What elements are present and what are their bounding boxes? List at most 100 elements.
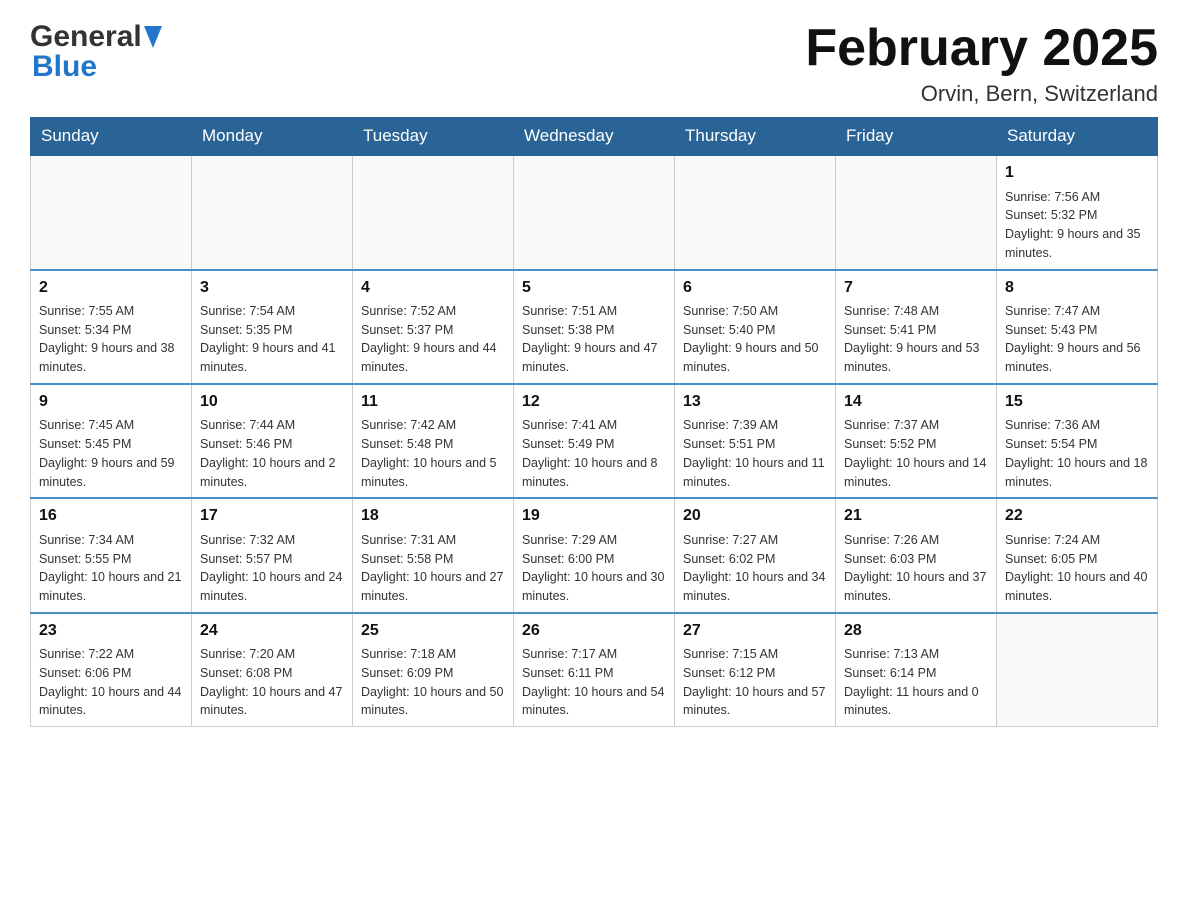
table-row xyxy=(353,155,514,269)
col-sunday: Sunday xyxy=(31,118,192,156)
calendar-week-row: 1 Sunrise: 7:56 AM Sunset: 5:32 PM Daylig… xyxy=(31,155,1158,269)
day-info: Sunrise: 7:37 AM Sunset: 5:52 PM Dayligh… xyxy=(844,416,988,491)
table-row: 17 Sunrise: 7:32 AM Sunset: 5:57 PM Dayli… xyxy=(192,498,353,612)
col-friday: Friday xyxy=(836,118,997,156)
day-info: Sunrise: 7:22 AM Sunset: 6:06 PM Dayligh… xyxy=(39,645,183,720)
day-info: Sunrise: 7:39 AM Sunset: 5:51 PM Dayligh… xyxy=(683,416,827,491)
day-number: 20 xyxy=(683,505,827,527)
day-number: 27 xyxy=(683,620,827,642)
day-number: 9 xyxy=(39,391,183,413)
col-thursday: Thursday xyxy=(675,118,836,156)
day-number: 28 xyxy=(844,620,988,642)
day-number: 17 xyxy=(200,505,344,527)
day-number: 26 xyxy=(522,620,666,642)
table-row: 22 Sunrise: 7:24 AM Sunset: 6:05 PM Dayli… xyxy=(997,498,1158,612)
day-info: Sunrise: 7:41 AM Sunset: 5:49 PM Dayligh… xyxy=(522,416,666,491)
day-info: Sunrise: 7:50 AM Sunset: 5:40 PM Dayligh… xyxy=(683,302,827,377)
day-number: 24 xyxy=(200,620,344,642)
day-info: Sunrise: 7:24 AM Sunset: 6:05 PM Dayligh… xyxy=(1005,531,1149,606)
table-row: 19Sunrise: 7:29 AM Sunset: 6:00 PM Dayli… xyxy=(514,498,675,612)
calendar-week-row: 23 Sunrise: 7:22 AM Sunset: 6:06 PM Dayli… xyxy=(31,613,1158,727)
day-info: Sunrise: 7:48 AM Sunset: 5:41 PM Dayligh… xyxy=(844,302,988,377)
title-block: February 2025 Orvin, Bern, Switzerland xyxy=(805,20,1158,107)
day-number: 4 xyxy=(361,277,505,299)
table-row: 28 Sunrise: 7:13 AM Sunset: 6:14 PM Dayli… xyxy=(836,613,997,727)
table-row: 11 Sunrise: 7:42 AM Sunset: 5:48 PM Dayli… xyxy=(353,384,514,498)
day-info: Sunrise: 7:55 AM Sunset: 5:34 PM Dayligh… xyxy=(39,302,183,377)
table-row: 14Sunrise: 7:37 AM Sunset: 5:52 PM Dayli… xyxy=(836,384,997,498)
table-row: 27Sunrise: 7:15 AM Sunset: 6:12 PM Dayli… xyxy=(675,613,836,727)
day-number: 25 xyxy=(361,620,505,642)
calendar-week-row: 9 Sunrise: 7:45 AM Sunset: 5:45 PM Daylig… xyxy=(31,384,1158,498)
day-number: 6 xyxy=(683,277,827,299)
day-number: 12 xyxy=(522,391,666,413)
day-number: 23 xyxy=(39,620,183,642)
day-number: 15 xyxy=(1005,391,1149,413)
calendar-table: Sunday Monday Tuesday Wednesday Thursday… xyxy=(30,117,1158,727)
logo: General Blue xyxy=(30,20,162,84)
table-row: 5 Sunrise: 7:51 AM Sunset: 5:38 PM Daylig… xyxy=(514,270,675,384)
calendar-week-row: 2 Sunrise: 7:55 AM Sunset: 5:34 PM Daylig… xyxy=(31,270,1158,384)
day-info: Sunrise: 7:47 AM Sunset: 5:43 PM Dayligh… xyxy=(1005,302,1149,377)
day-number: 13 xyxy=(683,391,827,413)
day-info: Sunrise: 7:45 AM Sunset: 5:45 PM Dayligh… xyxy=(39,416,183,491)
day-number: 1 xyxy=(1005,162,1149,184)
day-number: 5 xyxy=(522,277,666,299)
day-info: Sunrise: 7:51 AM Sunset: 5:38 PM Dayligh… xyxy=(522,302,666,377)
day-number: 18 xyxy=(361,505,505,527)
table-row: 1 Sunrise: 7:56 AM Sunset: 5:32 PM Daylig… xyxy=(997,155,1158,269)
day-info: Sunrise: 7:26 AM Sunset: 6:03 PM Dayligh… xyxy=(844,531,988,606)
table-row: 18 Sunrise: 7:31 AM Sunset: 5:58 PM Dayli… xyxy=(353,498,514,612)
day-info: Sunrise: 7:31 AM Sunset: 5:58 PM Dayligh… xyxy=(361,531,505,606)
day-number: 2 xyxy=(39,277,183,299)
table-row: 2 Sunrise: 7:55 AM Sunset: 5:34 PM Daylig… xyxy=(31,270,192,384)
table-row: 9 Sunrise: 7:45 AM Sunset: 5:45 PM Daylig… xyxy=(31,384,192,498)
day-info: Sunrise: 7:13 AM Sunset: 6:14 PM Dayligh… xyxy=(844,645,988,720)
table-row xyxy=(192,155,353,269)
table-row: 24 Sunrise: 7:20 AM Sunset: 6:08 PM Dayli… xyxy=(192,613,353,727)
table-row: 16 Sunrise: 7:34 AM Sunset: 5:55 PM Dayli… xyxy=(31,498,192,612)
table-row xyxy=(997,613,1158,727)
day-info: Sunrise: 7:42 AM Sunset: 5:48 PM Dayligh… xyxy=(361,416,505,491)
calendar-subtitle: Orvin, Bern, Switzerland xyxy=(805,81,1158,107)
page-header: General Blue February 2025 Orvin, Bern, … xyxy=(30,20,1158,107)
day-info: Sunrise: 7:17 AM Sunset: 6:11 PM Dayligh… xyxy=(522,645,666,720)
table-row: 6 Sunrise: 7:50 AM Sunset: 5:40 PM Daylig… xyxy=(675,270,836,384)
day-number: 16 xyxy=(39,505,183,527)
table-row: 4Sunrise: 7:52 AM Sunset: 5:37 PM Daylig… xyxy=(353,270,514,384)
calendar-week-row: 16 Sunrise: 7:34 AM Sunset: 5:55 PM Dayli… xyxy=(31,498,1158,612)
day-number: 21 xyxy=(844,505,988,527)
logo-blue-text: Blue xyxy=(32,50,97,84)
day-info: Sunrise: 7:27 AM Sunset: 6:02 PM Dayligh… xyxy=(683,531,827,606)
table-row: 23 Sunrise: 7:22 AM Sunset: 6:06 PM Dayli… xyxy=(31,613,192,727)
table-row: 7 Sunrise: 7:48 AM Sunset: 5:41 PM Daylig… xyxy=(836,270,997,384)
table-row: 12 Sunrise: 7:41 AM Sunset: 5:49 PM Dayli… xyxy=(514,384,675,498)
day-info: Sunrise: 7:18 AM Sunset: 6:09 PM Dayligh… xyxy=(361,645,505,720)
table-row: 20 Sunrise: 7:27 AM Sunset: 6:02 PM Dayli… xyxy=(675,498,836,612)
day-number: 3 xyxy=(200,277,344,299)
col-saturday: Saturday xyxy=(997,118,1158,156)
col-monday: Monday xyxy=(192,118,353,156)
day-info: Sunrise: 7:20 AM Sunset: 6:08 PM Dayligh… xyxy=(200,645,344,720)
col-wednesday: Wednesday xyxy=(514,118,675,156)
day-info: Sunrise: 7:34 AM Sunset: 5:55 PM Dayligh… xyxy=(39,531,183,606)
day-info: Sunrise: 7:56 AM Sunset: 5:32 PM Dayligh… xyxy=(1005,188,1149,263)
table-row xyxy=(836,155,997,269)
day-number: 8 xyxy=(1005,277,1149,299)
table-row xyxy=(31,155,192,269)
day-number: 22 xyxy=(1005,505,1149,527)
logo-general-text: General xyxy=(30,20,142,54)
day-info: Sunrise: 7:36 AM Sunset: 5:54 PM Dayligh… xyxy=(1005,416,1149,491)
day-info: Sunrise: 7:32 AM Sunset: 5:57 PM Dayligh… xyxy=(200,531,344,606)
table-row: 3Sunrise: 7:54 AM Sunset: 5:35 PM Daylig… xyxy=(192,270,353,384)
logo-triangle-icon xyxy=(144,26,162,48)
table-row: 21 Sunrise: 7:26 AM Sunset: 6:03 PM Dayli… xyxy=(836,498,997,612)
table-row: 15 Sunrise: 7:36 AM Sunset: 5:54 PM Dayli… xyxy=(997,384,1158,498)
col-tuesday: Tuesday xyxy=(353,118,514,156)
day-number: 11 xyxy=(361,391,505,413)
calendar-header-row: Sunday Monday Tuesday Wednesday Thursday… xyxy=(31,118,1158,156)
table-row: 13 Sunrise: 7:39 AM Sunset: 5:51 PM Dayli… xyxy=(675,384,836,498)
day-info: Sunrise: 7:29 AM Sunset: 6:00 PM Dayligh… xyxy=(522,531,666,606)
day-number: 7 xyxy=(844,277,988,299)
table-row: 8 Sunrise: 7:47 AM Sunset: 5:43 PM Daylig… xyxy=(997,270,1158,384)
